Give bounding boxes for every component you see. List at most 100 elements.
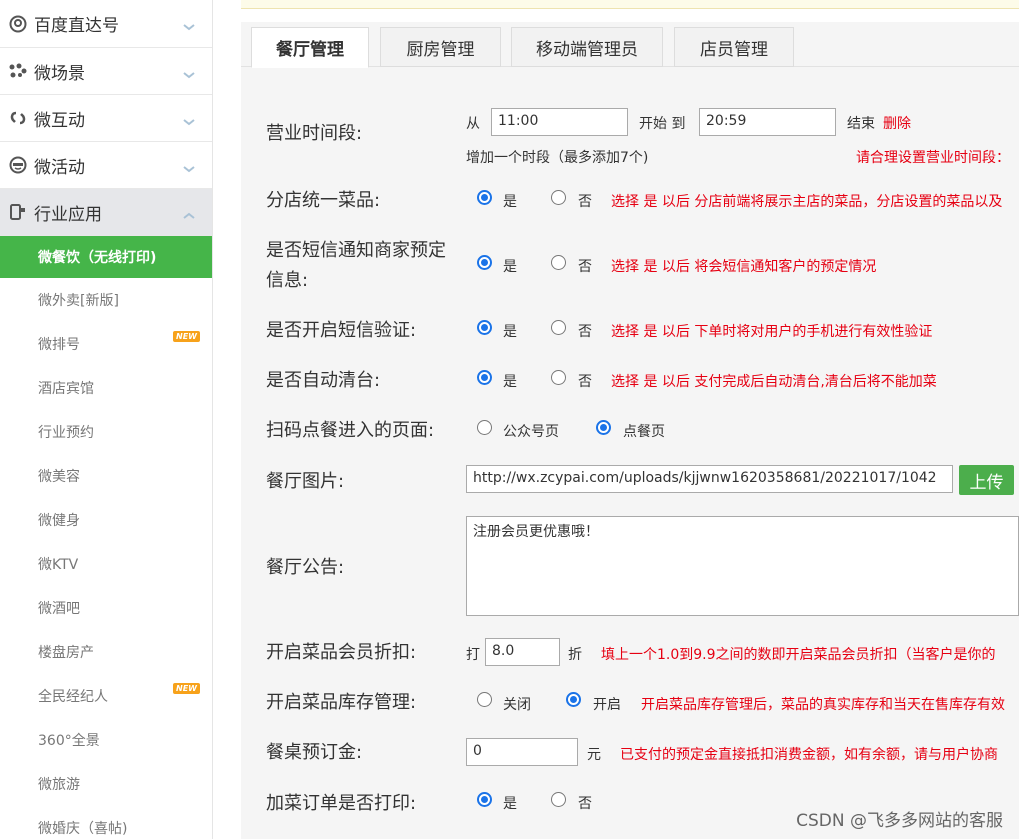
print-add-label: 加菜订单是否打印: <box>266 793 417 814</box>
submenu-item[interactable]: 酒店宾馆 <box>0 366 212 410</box>
submenu-label: 酒店宾馆 <box>38 381 94 397</box>
submenu-item-restaurant[interactable]: 微餐饮（无线打印) <box>0 236 212 278</box>
image-url-input[interactable]: http://wx.zcypai.com/uploads/kjjwnw16203… <box>466 465 953 493</box>
print-add-yes-radio[interactable] <box>477 792 492 807</box>
stock-on-radio[interactable] <box>566 692 581 707</box>
submenu-item[interactable]: 360°全景 <box>0 718 212 762</box>
tab-restaurant-manage[interactable]: 餐厅管理 <box>251 27 369 68</box>
end-text: 结束 <box>847 116 875 132</box>
discount-input[interactable]: 8.0 <box>485 638 560 666</box>
radio-label: 是 <box>503 374 517 390</box>
sms-notify-hint: 选择 是 以后 将会短信通知客户的预定情况 <box>611 259 877 275</box>
radio-label: 点餐页 <box>623 424 665 440</box>
submenu-label: 全民经纪人 <box>38 689 108 705</box>
discount-label: 开启菜品会员折扣: <box>266 642 417 663</box>
chevron-down-icon <box>182 17 196 36</box>
submenu-item[interactable]: 微酒吧 <box>0 586 212 630</box>
unified-menu-hint: 选择 是 以后 分店前端将展示主店的菜品，分店设置的菜品以及 <box>611 194 1003 210</box>
auto-clear-no-radio[interactable] <box>551 370 566 385</box>
target-icon <box>0 15 34 33</box>
sms-notify-no-radio[interactable] <box>551 255 566 270</box>
menu-label: 微场景 <box>34 63 85 84</box>
submenu-item[interactable]: 微外卖[新版] <box>0 278 212 322</box>
sms-verify-yes-radio[interactable] <box>477 320 492 335</box>
radio-label: 是 <box>503 194 517 210</box>
tab-kitchen-manage[interactable]: 厨房管理 <box>380 27 501 67</box>
phone-icon <box>0 203 34 221</box>
hours-label: 营业时间段: <box>266 123 363 144</box>
menu-label: 微互动 <box>34 110 85 131</box>
radio-label: 开启 <box>593 697 621 713</box>
submenu-label: 微餐饮（无线打印) <box>38 250 157 266</box>
sms-notify-yes-radio[interactable] <box>477 255 492 270</box>
scan-page-label: 扫码点餐进入的页面: <box>266 420 435 441</box>
submenu-item[interactable]: 微排号 NEW <box>0 322 212 366</box>
tab-mobile-admin[interactable]: 移动端管理员 <box>511 27 663 67</box>
add-slot-link[interactable]: 增加一个时段（最多添加7个) <box>466 147 648 167</box>
radio-label: 公众号页 <box>503 424 559 440</box>
radio-label: 是 <box>503 796 517 812</box>
new-badge: NEW <box>173 683 200 694</box>
menu-item-scene[interactable]: 微场景 <box>0 48 212 95</box>
sms-notify-label-cont: 信息: <box>266 270 309 291</box>
submenu-label: 微旅游 <box>38 777 80 793</box>
submenu-label: 行业预约 <box>38 425 94 441</box>
stock-off-radio[interactable] <box>477 692 492 707</box>
new-badge: NEW <box>173 331 200 342</box>
hours-hint: 请合理设置营业时间段： <box>856 150 1010 166</box>
submenu-item[interactable]: 全民经纪人 NEW <box>0 674 212 718</box>
notice-textarea[interactable]: 注册会员更优惠哦！ <box>466 516 1019 616</box>
submenu-item[interactable]: 微旅游 <box>0 762 212 806</box>
sms-verify-label: 是否开启短信验证: <box>266 320 417 341</box>
submenu-label: 楼盘房产 <box>38 645 94 661</box>
unified-menu-yes-radio[interactable] <box>477 190 492 205</box>
menu-item-industry[interactable]: 行业应用 <box>0 189 212 236</box>
scan-page-order-radio[interactable] <box>596 420 611 435</box>
auto-clear-label: 是否自动清台: <box>266 370 381 391</box>
submenu-item[interactable]: 微婚庆（喜帖) <box>0 806 212 839</box>
chevron-down-icon <box>182 159 196 178</box>
submenu-item[interactable]: 微KTV <box>0 542 212 586</box>
menu-item-baidu[interactable]: 百度直达号 <box>0 0 212 48</box>
from-text: 从 <box>466 116 480 132</box>
radio-label: 是 <box>503 259 517 275</box>
end-time-input[interactable]: 20:59 <box>699 108 836 136</box>
notice-label: 餐厅公告: <box>266 557 345 578</box>
submenu-label: 微外卖[新版] <box>38 293 119 309</box>
chevron-down-icon <box>182 65 196 84</box>
sms-verify-hint: 选择 是 以后 下单时将对用户的手机进行有效性验证 <box>611 324 933 340</box>
deposit-unit: 元 <box>587 747 601 763</box>
submenu-label: 微婚庆（喜帖) <box>38 821 128 837</box>
tab-staff-manage[interactable]: 店员管理 <box>674 27 794 67</box>
print-add-no-radio[interactable] <box>551 792 566 807</box>
dots-icon <box>0 63 34 79</box>
menu-item-activity[interactable]: 微活动 <box>0 142 212 189</box>
deposit-input[interactable]: 0 <box>466 738 578 766</box>
start-time-input[interactable]: 11:00 <box>491 108 628 136</box>
submenu-label: 微排号 <box>38 337 80 353</box>
submenu-label: 微酒吧 <box>38 601 80 617</box>
menu-label: 行业应用 <box>34 204 102 225</box>
submenu-label: 360°全景 <box>38 733 100 749</box>
auto-clear-hint: 选择 是 以后 支付完成后自动清台,清台后将不能加菜 <box>611 374 937 390</box>
upload-button[interactable]: 上传 <box>959 465 1014 495</box>
submenu: 微餐饮（无线打印) 微外卖[新版] 微排号 NEW 酒店宾馆 行业预约 微美容 微… <box>0 236 212 839</box>
image-label: 餐厅图片: <box>266 471 345 492</box>
stock-hint: 开启菜品库存管理后，菜品的真实库存和当天在售库存有效 <box>641 697 1005 713</box>
submenu-item[interactable]: 微美容 <box>0 454 212 498</box>
submenu-item[interactable]: 楼盘房产 <box>0 630 212 674</box>
chevron-down-icon <box>182 112 196 131</box>
submenu-item[interactable]: 微健身 <box>0 498 212 542</box>
unified-menu-no-radio[interactable] <box>551 190 566 205</box>
delete-link[interactable]: 删除 <box>883 113 911 133</box>
radio-label: 否 <box>578 796 592 812</box>
menu-item-interact[interactable]: 微互动 <box>0 95 212 142</box>
radio-label: 关闭 <box>503 697 531 713</box>
tab-bar: 餐厅管理 厨房管理 移动端管理员 店员管理 <box>241 22 1019 68</box>
submenu-item[interactable]: 行业预约 <box>0 410 212 454</box>
auto-clear-yes-radio[interactable] <box>477 370 492 385</box>
discount-hint: 填上一个1.0到9.9之间的数即开启菜品会员折扣（当客户是你的 <box>601 647 996 663</box>
sms-verify-no-radio[interactable] <box>551 320 566 335</box>
scan-page-official-radio[interactable] <box>477 420 492 435</box>
stock-label: 开启菜品库存管理: <box>266 692 417 713</box>
